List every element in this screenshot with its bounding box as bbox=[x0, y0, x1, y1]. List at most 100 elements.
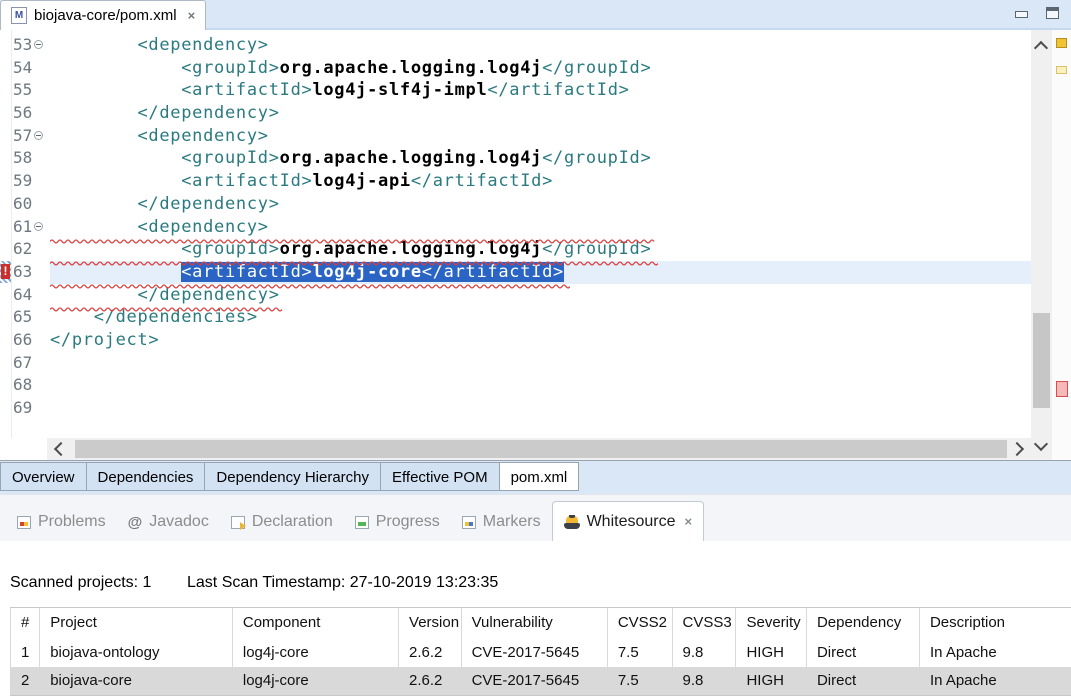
xml-text-token: org.apache.logging.log4j bbox=[280, 148, 542, 168]
horizontal-scrollbar-thumb[interactable] bbox=[75, 440, 1007, 458]
column-header[interactable]: CVSS3 bbox=[672, 608, 736, 638]
xml-text-token: org.apache.logging.log4j bbox=[280, 239, 542, 259]
line-number: 68 bbox=[0, 374, 50, 397]
column-header[interactable]: Severity bbox=[736, 608, 807, 638]
code-line[interactable] bbox=[50, 352, 1031, 375]
xml-text-token: log4j-api bbox=[312, 171, 410, 191]
javadoc-icon: @ bbox=[128, 514, 143, 531]
column-header[interactable]: Project bbox=[40, 608, 233, 638]
overview-error-marker[interactable] bbox=[1056, 381, 1068, 397]
table-cell: 1 bbox=[11, 638, 40, 667]
horizontal-scrollbar[interactable] bbox=[47, 438, 1031, 460]
code-line[interactable]: </dependency> bbox=[50, 284, 1031, 307]
editor-tab-pom-xml[interactable]: M biojava-core/pom.xml × bbox=[0, 0, 206, 30]
table-cell: In Apache bbox=[919, 638, 1071, 667]
code-line[interactable]: <groupId>org.apache.logging.log4j</group… bbox=[50, 238, 1031, 261]
line-number: 64 bbox=[0, 284, 50, 307]
xml-editor: 5354555657585960616263646566676869 ! <de… bbox=[0, 30, 1071, 460]
page-tab-pom-xml[interactable]: pom.xml bbox=[500, 462, 580, 491]
markers-icon bbox=[462, 516, 476, 529]
table-row[interactable]: 2biojava-corelog4j-core2.6.2CVE-2017-564… bbox=[11, 667, 1071, 696]
view-tab-whitesource[interactable]: Whitesource× bbox=[552, 501, 705, 541]
editor-tab-title: biojava-core/pom.xml bbox=[34, 7, 177, 24]
table-header-row: #ProjectComponentVersionVulnerabilityCVS… bbox=[11, 608, 1071, 638]
code-line[interactable]: </dependency> bbox=[50, 193, 1031, 216]
xml-tag-token: </dependency> bbox=[137, 285, 279, 305]
scroll-left-icon[interactable] bbox=[54, 442, 68, 456]
code-line[interactable]: </dependency> bbox=[50, 102, 1031, 125]
view-tab-close-icon[interactable]: × bbox=[684, 514, 692, 529]
whitesource-icon bbox=[564, 515, 580, 529]
code-line[interactable]: </dependencies> bbox=[50, 306, 1031, 329]
xml-tag-token: <dependency> bbox=[137, 35, 268, 55]
code-line[interactable]: <artifactId>log4j-core</artifactId> bbox=[50, 261, 1031, 284]
column-header[interactable]: Vulnerability bbox=[461, 608, 607, 638]
column-header[interactable]: CVSS2 bbox=[607, 608, 672, 638]
view-tab-declaration[interactable]: Declaration bbox=[220, 503, 344, 541]
page-tab-effective-pom[interactable]: Effective POM bbox=[381, 462, 500, 491]
fold-collapse-icon[interactable] bbox=[34, 40, 43, 49]
vulnerability-table: #ProjectComponentVersionVulnerabilityCVS… bbox=[10, 607, 1071, 696]
code-line[interactable]: </project> bbox=[50, 329, 1031, 352]
column-header[interactable]: Dependency bbox=[806, 608, 919, 638]
table-cell: biojava-ontology bbox=[40, 638, 233, 667]
column-header[interactable]: Component bbox=[232, 608, 398, 638]
fold-collapse-icon[interactable] bbox=[34, 222, 43, 231]
selected-text[interactable]: <artifactId>log4j-core</artifactId> bbox=[181, 262, 564, 282]
code-line[interactable] bbox=[50, 374, 1031, 397]
code-line[interactable]: <artifactId>log4j-slf4j-impl</artifactId… bbox=[50, 79, 1031, 102]
scroll-down-icon[interactable] bbox=[1034, 437, 1048, 451]
code-line[interactable]: <artifactId>log4j-api</artifactId> bbox=[50, 170, 1031, 193]
view-tab-problems[interactable]: Problems bbox=[6, 503, 117, 541]
column-header[interactable]: Version bbox=[399, 608, 462, 638]
vertical-scrollbar-thumb[interactable] bbox=[1033, 313, 1050, 408]
editor-tab-close-icon[interactable]: × bbox=[188, 8, 196, 23]
table-cell: Direct bbox=[806, 638, 919, 667]
page-tab-dependencies[interactable]: Dependencies bbox=[87, 462, 206, 491]
vertical-scrollbar[interactable] bbox=[1031, 30, 1052, 460]
page-tab-dependency-hierarchy[interactable]: Dependency Hierarchy bbox=[205, 462, 381, 491]
xml-text-token: log4j-slf4j-impl bbox=[312, 80, 487, 100]
xml-tag-token: </dependency> bbox=[137, 194, 279, 214]
view-tab-javadoc[interactable]: @Javadoc bbox=[117, 503, 220, 541]
minimize-icon[interactable] bbox=[1015, 11, 1028, 18]
code-line[interactable]: <groupId>org.apache.logging.log4j</group… bbox=[50, 57, 1031, 80]
code-line[interactable]: <dependency> bbox=[50, 125, 1031, 148]
table-cell: HIGH bbox=[736, 638, 807, 667]
table-cell: In Apache bbox=[919, 667, 1071, 696]
view-window-buttons bbox=[1015, 7, 1059, 19]
overview-warning-marker[interactable] bbox=[1056, 38, 1067, 48]
view-tab-progress[interactable]: Progress bbox=[344, 503, 451, 541]
line-number: 57 bbox=[0, 125, 50, 148]
code-line[interactable]: <groupId>org.apache.logging.log4j</group… bbox=[50, 147, 1031, 170]
scroll-right-icon[interactable] bbox=[1010, 442, 1024, 456]
table-cell: CVE-2017-5645 bbox=[461, 667, 607, 696]
column-header[interactable]: Description bbox=[919, 608, 1071, 638]
xml-tag-token: <artifactId> bbox=[181, 80, 312, 100]
overview-warning-marker-2[interactable] bbox=[1056, 66, 1067, 74]
view-tab-markers[interactable]: Markers bbox=[451, 503, 552, 541]
code-line[interactable]: <dependency> bbox=[50, 34, 1031, 57]
fold-collapse-icon[interactable] bbox=[34, 131, 43, 140]
maximize-icon[interactable] bbox=[1046, 7, 1059, 19]
overview-ruler bbox=[1052, 30, 1071, 460]
code-lines: <dependency> <groupId>org.apache.logging… bbox=[50, 34, 1031, 420]
page-tab-overview[interactable]: Overview bbox=[0, 462, 87, 491]
code-line[interactable]: <dependency> bbox=[50, 216, 1031, 239]
xml-tag-token: </artifactId> bbox=[422, 262, 564, 282]
last-scan-timestamp-label: Last Scan Timestamp: 27-10-2019 13:23:35 bbox=[187, 574, 498, 592]
column-header[interactable]: # bbox=[11, 608, 40, 638]
xml-tag-token: <groupId> bbox=[181, 58, 279, 78]
table-cell: HIGH bbox=[736, 667, 807, 696]
error-marker-icon[interactable]: ! bbox=[0, 261, 11, 283]
view-tab-label: Progress bbox=[376, 513, 440, 531]
table-cell: 2.6.2 bbox=[399, 638, 462, 667]
code-area[interactable]: <dependency> <groupId>org.apache.logging… bbox=[50, 30, 1031, 438]
xml-tag-token: <dependency> bbox=[137, 217, 268, 237]
line-number: 54 bbox=[0, 57, 50, 80]
code-line[interactable] bbox=[50, 397, 1031, 420]
xml-tag-token: </groupId> bbox=[542, 239, 651, 259]
scroll-up-icon[interactable] bbox=[1034, 41, 1048, 55]
scanned-projects-label: Scanned projects: 1 bbox=[10, 574, 151, 592]
table-row[interactable]: 1biojava-ontologylog4j-core2.6.2CVE-2017… bbox=[11, 638, 1071, 667]
